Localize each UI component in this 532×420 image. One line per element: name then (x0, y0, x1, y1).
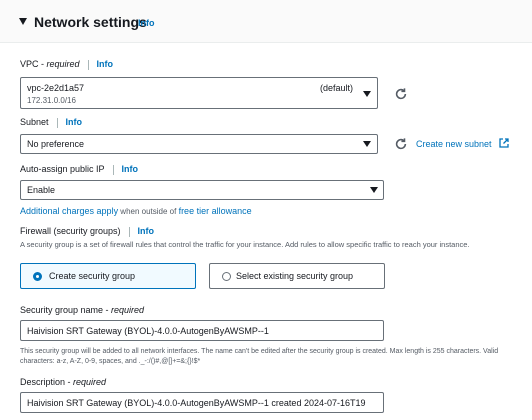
subnet-value: No preference (27, 139, 85, 149)
vpc-cidr: 172.31.0.0/16 (27, 96, 76, 105)
firewall-description: A security group is a set of firewall ru… (20, 240, 470, 249)
external-link-icon (499, 138, 509, 148)
radio-unselected[interactable] (222, 272, 231, 281)
caret-down-icon (370, 187, 378, 193)
refresh-icon[interactable] (394, 137, 408, 151)
sg-name-label: Security group name - required (20, 305, 145, 315)
caret-down-icon[interactable] (19, 18, 27, 25)
vpc-info-link[interactable]: Info (97, 59, 114, 69)
select-existing-sg-option[interactable]: Select existing security group (209, 263, 385, 289)
section-info-link[interactable]: Info (138, 18, 155, 28)
vpc-default-tag: (default) (320, 83, 354, 93)
auto-ip-value: Enable (27, 185, 56, 195)
free-tier-link[interactable]: free tier allowance (179, 206, 252, 216)
description-label: Description - required (20, 377, 107, 387)
firewall-info-link[interactable]: Info (138, 226, 155, 236)
subnet-select[interactable]: No preference (20, 134, 378, 154)
auto-ip-label: Auto-assign public IP Info (20, 164, 139, 175)
subnet-info-link[interactable]: Info (66, 117, 83, 127)
description-input[interactable]: Haivision SRT Gateway (BYOL)-4.0.0-Autog… (20, 392, 384, 413)
create-sg-option[interactable]: Create security group (20, 263, 196, 289)
vpc-label: VPC - required Info (20, 59, 114, 70)
charges-note: Additional charges apply when outside of… (20, 206, 252, 216)
radio-selected[interactable] (33, 272, 42, 281)
firewall-label: Firewall (security groups) Info (20, 226, 155, 237)
vpc-value: vpc-2e2d1a57 (27, 83, 85, 93)
section-header[interactable]: Network settings Info (0, 0, 532, 43)
caret-down-icon (363, 91, 371, 97)
caret-down-icon (363, 141, 371, 147)
subnet-label: Subnet Info (20, 117, 83, 128)
select-existing-sg-label: Select existing security group (236, 271, 354, 281)
create-sg-label: Create security group (49, 271, 136, 281)
sg-name-help: This security group will be added to all… (20, 348, 499, 365)
refresh-icon[interactable] (394, 87, 408, 101)
charges-link[interactable]: Additional charges apply (20, 206, 118, 216)
description-value: Haivision SRT Gateway (BYOL)-4.0.0-Autog… (27, 398, 366, 408)
sg-name-value: Haivision SRT Gateway (BYOL)-4.0.0-Autog… (27, 326, 269, 336)
auto-ip-select[interactable]: Enable (20, 180, 384, 200)
section-title: Network settings (34, 14, 147, 30)
sg-name-input[interactable]: Haivision SRT Gateway (BYOL)-4.0.0-Autog… (20, 320, 384, 341)
vpc-select[interactable]: vpc-2e2d1a57 172.31.0.0/16 (default) (20, 77, 378, 109)
auto-ip-info-link[interactable]: Info (122, 164, 139, 174)
network-settings-panel: Network settings Info VPC - required Info… (0, 0, 532, 420)
create-subnet-link[interactable]: Create new subnet (416, 139, 492, 149)
